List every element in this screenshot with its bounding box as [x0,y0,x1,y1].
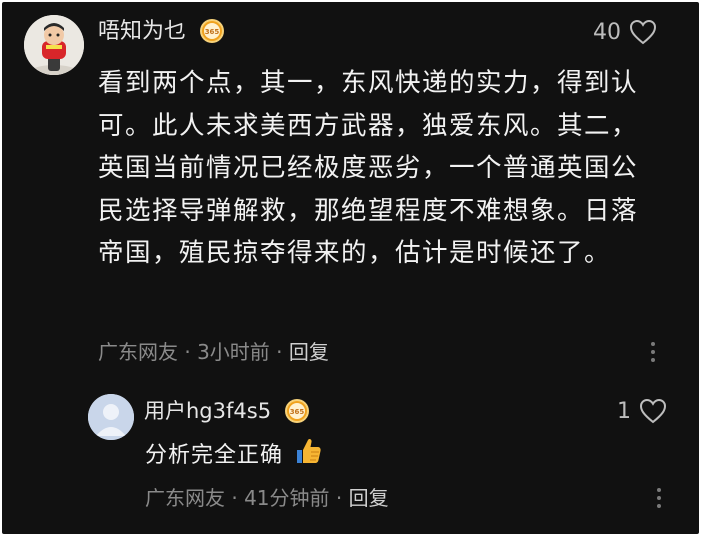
avatar[interactable] [24,15,84,75]
username-text[interactable]: 唔知为乜 [98,19,186,44]
time-text: 41分钟前 [244,486,330,510]
reply-meta: 广东网友 · 41分钟前 · 回复 [145,484,389,512]
reply-button[interactable]: 回复 [289,340,329,364]
comment-username[interactable]: 唔知为乜 365 [98,17,225,47]
reply-button[interactable]: 回复 [349,486,389,510]
comment-meta: 广东网友 · 3小时前 · 回复 [98,338,329,366]
time-text: 3小时前 [197,340,270,364]
like-count: 40 [593,19,621,45]
reply-username[interactable]: 用户hg3f4s5 365 [144,396,310,426]
reply-username-text[interactable]: 用户hg3f4s5 [144,399,271,423]
thumbs-up-emoji [297,438,321,463]
meta-separator: · [335,486,343,510]
reply-text-row: 分析完全正确 [145,436,323,474]
location-text: 广东网友 [145,486,225,510]
location-text: 广东网友 [98,340,178,364]
reply-avatar[interactable] [88,394,134,440]
reply-like-button[interactable]: 1 [617,398,667,424]
like-button[interactable]: 40 [593,19,657,45]
heart-outline-icon[interactable] [629,19,657,45]
badge-text: 365 [289,408,304,416]
meta-separator: · [184,340,191,364]
level-badge-icon: 365 [200,18,225,43]
heart-outline-icon[interactable] [639,398,667,424]
badge-text: 365 [205,28,220,36]
meta-separator: · [231,486,238,510]
comment-panel: 唔知为乜 365 40 看到两个点，其一，东风快递的实力，得到认可。此人未求美西… [2,2,699,534]
meta-separator: · [276,340,283,364]
reply-like-count: 1 [617,398,631,424]
more-vertical-icon[interactable] [657,488,661,508]
level-badge-icon: 365 [284,398,309,423]
more-vertical-icon[interactable] [651,342,655,362]
comment-text: 看到两个点，其一，东风快递的实力，得到认可。此人未求美西方武器，独爱东风。其二，… [98,68,639,268]
reply-text: 分析完全正确 [145,443,284,468]
